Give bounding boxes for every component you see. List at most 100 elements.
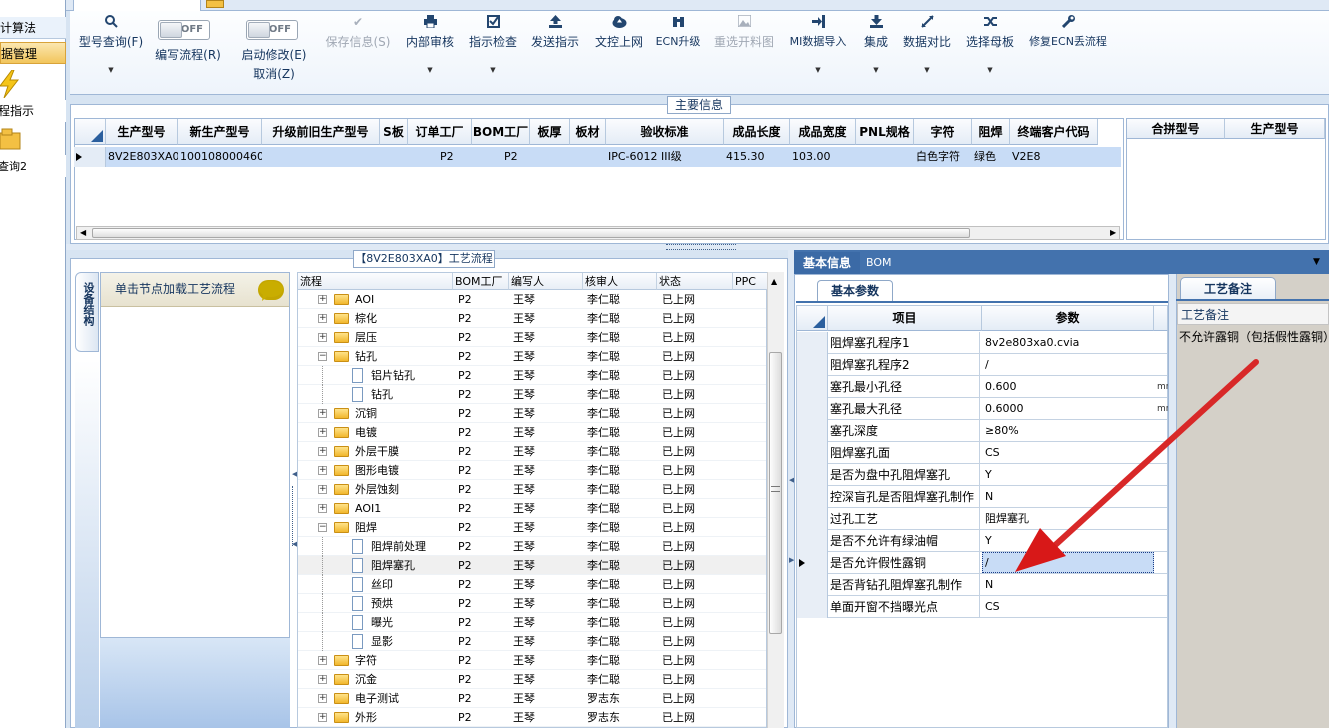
param-row[interactable]: 是否为盘中孔阻焊塞孔 Y (797, 464, 1167, 486)
expand-icon[interactable]: + (318, 656, 327, 665)
tree-row[interactable]: + 外形 P2 王琴 罗志东 已上网 (298, 708, 766, 727)
tree-row[interactable]: 显影 P2 王琴 李仁聪 已上网 (298, 632, 766, 651)
collapse-icon[interactable]: − (318, 352, 327, 361)
main-cell[interactable] (380, 147, 408, 167)
tab-process-notes[interactable]: 工艺备注 (1180, 277, 1276, 300)
internal-review-button[interactable]: 内部审核 ▼ (402, 11, 458, 95)
param-row[interactable]: 塞孔最小孔径 0.600 mm (797, 376, 1175, 398)
tree-column-header[interactable]: 流程 (298, 273, 453, 290)
main-cell[interactable]: V2E8 (1010, 147, 1098, 167)
expand-icon[interactable]: + (318, 675, 327, 684)
main-cell[interactable] (262, 147, 380, 167)
tree-row[interactable]: 钻孔 P2 王琴 李仁聪 已上网 (298, 385, 766, 404)
tree-row[interactable]: 丝印 P2 王琴 李仁聪 已上网 (298, 575, 766, 594)
main-cell[interactable]: 8V2E803XA0 (106, 147, 178, 167)
instruction-check-button[interactable]: 指示检查 ▼ (465, 11, 521, 95)
tree-column-header[interactable]: BOM工厂 (453, 273, 509, 290)
main-cell[interactable]: IPC-6012 III级 (606, 147, 724, 167)
param-row[interactable]: 过孔工艺 阻焊塞孔 (797, 508, 1167, 530)
main-column-header[interactable]: 板厚 (530, 119, 570, 145)
scrollbar-thumb[interactable] (769, 352, 782, 634)
tab-basic-params[interactable]: 基本参数 (817, 280, 893, 302)
param-row[interactable]: 阻焊塞孔面 CS (797, 442, 1167, 464)
mi-import-button[interactable]: MI数据导入 ▼ (786, 11, 850, 95)
main-cell[interactable]: 103.00 (790, 147, 856, 167)
expand-icon[interactable]: + (318, 713, 327, 722)
tab-dropdown-icon[interactable]: ▼ (1313, 257, 1323, 267)
tree-column-header[interactable]: PPC (733, 273, 768, 290)
file-upload-button[interactable]: 文控上网 (590, 11, 648, 95)
main-column-header[interactable]: 板材 (570, 119, 606, 145)
tree-row[interactable]: 阻焊前处理 P2 王琴 李仁聪 已上网 (298, 537, 766, 556)
param-value[interactable]: Y (983, 464, 1153, 486)
tree-row[interactable]: + 沉金 P2 王琴 李仁聪 已上网 (298, 670, 766, 689)
tab-basic-info[interactable]: 基本信息 (794, 252, 860, 274)
main-column-header[interactable]: 终端客户代码 (1010, 119, 1098, 145)
main-cell[interactable] (530, 147, 570, 167)
tree-row[interactable]: 铝片钻孔 P2 王琴 李仁聪 已上网 (298, 366, 766, 385)
main-cell[interactable] (856, 147, 914, 167)
select-mother-button[interactable]: 选择母板 ▼ (962, 11, 1018, 95)
param-row[interactable]: 阻焊塞孔程序1 8v2e803xa0.cvia (797, 332, 1167, 354)
tree-column-header[interactable]: 编写人 (509, 273, 583, 290)
expand-icon[interactable]: + (318, 485, 327, 494)
main-column-header[interactable]: 字符 (914, 119, 972, 145)
param-value[interactable]: ≥80% (983, 420, 1153, 442)
param-value[interactable]: 0.600 (983, 376, 1153, 398)
param-row[interactable]: 是否允许假性露铜 / (797, 552, 1167, 574)
main-column-header[interactable]: S板 (380, 119, 408, 145)
main-column-header[interactable]: 阻焊 (972, 119, 1010, 145)
expand-icon[interactable]: + (318, 295, 327, 304)
tree-row[interactable]: − 钻孔 P2 王琴 李仁聪 已上网 (298, 347, 766, 366)
main-column-header[interactable]: 成品长度 (724, 119, 790, 145)
param-value[interactable]: 8v2e803xa0.cvia (983, 332, 1153, 354)
param-row[interactable]: 是否不允许有绿油帽 Y (797, 530, 1167, 552)
main-column-header[interactable]: 新生产型号 (178, 119, 262, 145)
main-column-header[interactable]: PNL规格 (856, 119, 914, 145)
main-cell[interactable]: 10010800046064 (178, 147, 262, 167)
scroll-up-icon[interactable]: ▲ (771, 277, 777, 286)
param-row[interactable]: 控深盲孔是否阻焊塞孔制作 N (797, 486, 1167, 508)
collapse-icon[interactable]: − (318, 523, 327, 532)
param-value[interactable]: / (983, 354, 1153, 376)
param-row[interactable]: 塞孔最大孔径 0.6000 mm (797, 398, 1175, 420)
main-column-header[interactable]: 升级前旧生产型号 (262, 119, 380, 145)
tree-row[interactable]: + 电镀 P2 王琴 李仁聪 已上网 (298, 423, 766, 442)
param-row[interactable]: 塞孔深度 ≥80% (797, 420, 1167, 442)
param-row[interactable]: 是否背钻孔阻焊塞孔制作 N (797, 574, 1167, 596)
param-row[interactable]: 单面开窗不挡曝光点 CS (797, 596, 1167, 618)
tab-bom[interactable]: BOM (866, 252, 906, 274)
notes-splitter[interactable] (1168, 274, 1176, 728)
param-value[interactable]: N (983, 574, 1153, 596)
data-compare-button[interactable]: 数据对比 ▼ (898, 11, 956, 95)
expand-icon[interactable]: + (318, 428, 327, 437)
tree-row[interactable]: 曝光 P2 王琴 李仁聪 已上网 (298, 613, 766, 632)
param-value[interactable]: Y (983, 530, 1153, 552)
nav-item-query2[interactable]: 查询2 (0, 155, 66, 177)
save-info-button[interactable]: ✔ 保存信息(S) (322, 11, 394, 95)
expand-icon[interactable]: + (318, 333, 327, 342)
tree-row[interactable]: + AOI1 P2 王琴 李仁聪 已上网 (298, 499, 766, 518)
param-value[interactable]: 阻焊塞孔 (983, 508, 1153, 530)
model-query-button[interactable]: 型号查询(F) ▼ (76, 11, 146, 95)
send-instruction-button[interactable]: 发送指示 (527, 11, 583, 95)
expand-icon[interactable]: + (318, 504, 327, 513)
param-value[interactable]: N (983, 486, 1153, 508)
tree-row[interactable]: + 外层蚀刻 P2 王琴 李仁聪 已上网 (298, 480, 766, 499)
param-value[interactable]: CS (983, 596, 1153, 618)
param-value[interactable]: 0.6000 (983, 398, 1153, 420)
tree-row[interactable]: + 字符 P2 王琴 李仁聪 已上网 (298, 651, 766, 670)
nav-item-data-management[interactable]: 数据管理 (0, 42, 66, 64)
param-row[interactable]: 阻焊塞孔程序2/ (797, 354, 1167, 376)
expand-icon[interactable]: + (318, 314, 327, 323)
tree-row[interactable]: 阻焊塞孔 P2 王琴 李仁聪 已上网 (298, 556, 766, 575)
tree-row[interactable]: + 棕化 P2 王琴 李仁聪 已上网 (298, 309, 766, 328)
speech-bubble-icon[interactable] (258, 280, 284, 301)
expand-icon[interactable]: + (318, 466, 327, 475)
tree-row[interactable]: + 图形电镀 P2 王琴 李仁聪 已上网 (298, 461, 766, 480)
tree-row[interactable]: + 层压 P2 王琴 李仁聪 已上网 (298, 328, 766, 347)
main-column-header[interactable]: BOM工厂 (472, 119, 530, 145)
main-column-header[interactable]: 成品宽度 (790, 119, 856, 145)
tree-row[interactable]: + 电子测试 P2 王琴 罗志东 已上网 (298, 689, 766, 708)
ecn-upgrade-button[interactable]: ECN升级 (653, 11, 703, 95)
